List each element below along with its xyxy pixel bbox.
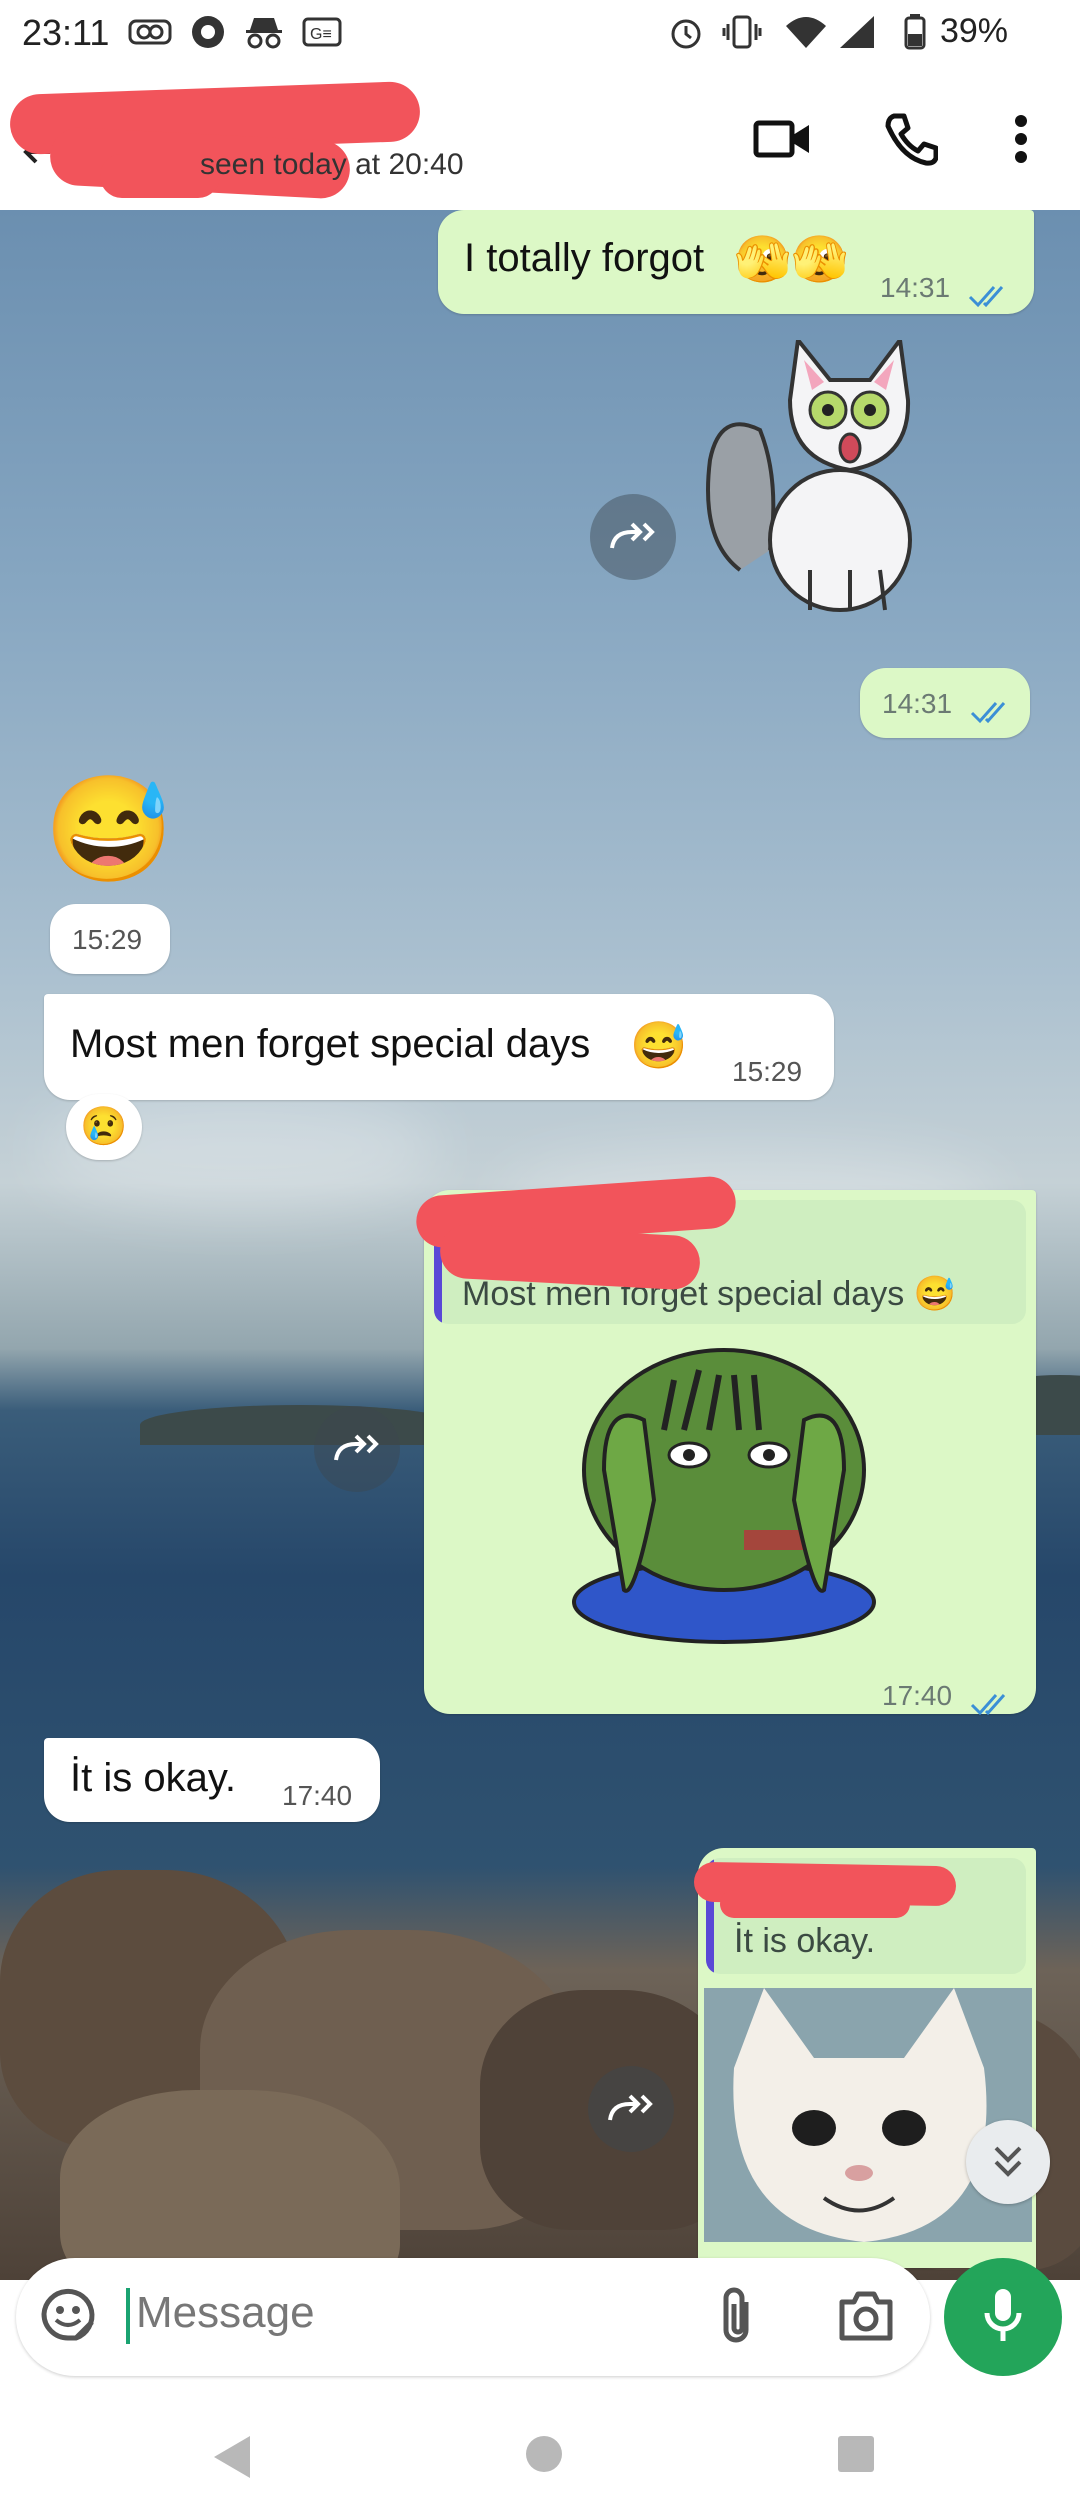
message-emoji: 😅 bbox=[630, 1019, 688, 1071]
ge-icon: G≡ bbox=[302, 14, 342, 50]
cat-smiling-photo[interactable] bbox=[704, 1988, 1032, 2242]
vpn-icon bbox=[190, 14, 226, 50]
message-text: Most men forget special days bbox=[70, 1022, 591, 1066]
battery-icon bbox=[904, 14, 926, 50]
read-ticks-icon bbox=[970, 690, 1012, 735]
message-composer: Message bbox=[16, 2258, 930, 2376]
wifi-icon bbox=[784, 14, 828, 50]
video-call-icon[interactable] bbox=[748, 104, 818, 174]
message-time: 14:31 bbox=[882, 688, 953, 719]
quoted-text: İt is okay. bbox=[734, 1922, 876, 1960]
message-time: 15:29 bbox=[72, 924, 143, 955]
surprised-cat-sticker[interactable] bbox=[700, 334, 960, 616]
attach-icon[interactable] bbox=[716, 2286, 760, 2355]
home-nav-icon[interactable] bbox=[524, 2434, 564, 2479]
big-emoji-message[interactable]: 😅 bbox=[44, 778, 174, 882]
svg-text:G≡: G≡ bbox=[310, 26, 332, 43]
phone-icon[interactable] bbox=[876, 104, 946, 174]
message-bubble-outgoing[interactable]: 14:31 bbox=[860, 668, 1030, 738]
background-hill bbox=[140, 1405, 460, 1445]
read-ticks-icon bbox=[968, 274, 1010, 319]
redaction-mark bbox=[720, 1890, 910, 1918]
signal-icon bbox=[838, 14, 878, 50]
alarm-icon bbox=[668, 14, 704, 50]
reaction-emoji: 😢 bbox=[80, 1106, 128, 1148]
text-cursor bbox=[126, 2288, 130, 2344]
message-emoji: 🫣🫣 bbox=[734, 233, 849, 285]
message-text: I totally forgot bbox=[464, 236, 705, 280]
read-ticks-icon bbox=[970, 1682, 1012, 1727]
incognito-icon bbox=[244, 14, 284, 50]
message-text: İt is okay. bbox=[70, 1756, 236, 1800]
forward-button[interactable] bbox=[588, 2066, 674, 2152]
message-time: 17:40 bbox=[282, 1780, 353, 1811]
vibrate-icon bbox=[722, 14, 762, 50]
chat-area[interactable]: I totally forgot 🫣🫣 14:31 14:31 😅 15:29 … bbox=[0, 210, 1080, 2280]
sticker-icon[interactable] bbox=[36, 2282, 100, 2351]
forward-button[interactable] bbox=[314, 1406, 400, 1492]
message-reaction[interactable]: 😢 bbox=[66, 1094, 142, 1160]
infinity-icon bbox=[128, 14, 172, 50]
back-nav-icon[interactable] bbox=[212, 2434, 252, 2485]
camera-icon[interactable] bbox=[836, 2286, 896, 2351]
navigation-bar bbox=[0, 2396, 1080, 2520]
more-vert-icon[interactable] bbox=[986, 104, 1056, 174]
message-bubble-incoming[interactable]: Most men forget special days 😅 15:29 bbox=[44, 994, 834, 1100]
last-seen-text[interactable]: seen today at 20:40 bbox=[200, 148, 464, 182]
message-bubble-incoming[interactable]: İt is okay. 17:40 bbox=[44, 1738, 380, 1822]
status-bar: 23:11 G≡ 39% bbox=[0, 0, 1080, 64]
status-time: 23:11 bbox=[22, 12, 110, 53]
message-input[interactable]: Message bbox=[136, 2288, 315, 2338]
scroll-to-bottom-button[interactable] bbox=[966, 2120, 1050, 2204]
message-bubble-incoming[interactable]: 15:29 bbox=[50, 904, 170, 974]
chat-header: seen today at 20:40 bbox=[0, 64, 1080, 210]
mic-icon bbox=[983, 2287, 1023, 2348]
background-rock bbox=[60, 2090, 400, 2280]
message-time: 14:31 bbox=[880, 272, 951, 303]
message-time: 15:29 bbox=[732, 1056, 803, 1087]
message-time: 17:40 bbox=[882, 1680, 953, 1711]
forward-button[interactable] bbox=[590, 494, 676, 580]
pepe-hiding-face-sticker[interactable] bbox=[564, 1340, 884, 1660]
battery-percent: 39% bbox=[939, 12, 1008, 50]
recents-nav-icon[interactable] bbox=[836, 2434, 876, 2479]
message-bubble-outgoing[interactable]: I totally forgot 🫣🫣 14:31 bbox=[438, 210, 1034, 314]
mic-button[interactable] bbox=[944, 2258, 1062, 2376]
